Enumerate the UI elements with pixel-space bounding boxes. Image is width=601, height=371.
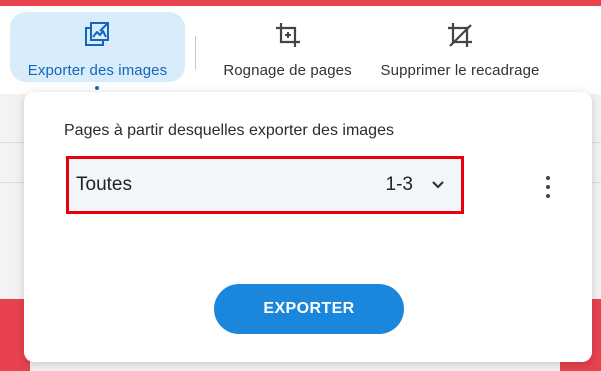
- export-images-button[interactable]: Exporter des images: [10, 12, 185, 82]
- export-images-label: Exporter des images: [27, 62, 168, 79]
- crop-off-icon: [445, 20, 475, 50]
- remove-crop-label: Supprimer le recadrage: [380, 62, 540, 79]
- export-button[interactable]: EXPORTER: [214, 284, 404, 334]
- export-images-icon: [83, 20, 113, 50]
- select-value: Toutes: [76, 174, 132, 195]
- remove-crop-button[interactable]: Supprimer le recadrage: [360, 12, 560, 82]
- crop-pages-button[interactable]: Rognage de pages: [215, 12, 360, 82]
- panel-title: Pages à partir desquelles exporter des i…: [64, 122, 394, 139]
- toolbar-divider: [195, 36, 196, 70]
- crop-icon: [273, 20, 303, 50]
- more-options-icon[interactable]: [538, 176, 558, 198]
- toolbar: Exporter des images Rognage de pages Sup…: [0, 6, 601, 94]
- chevron-down-icon: [429, 176, 447, 194]
- page-range-select[interactable]: Toutes 1-3: [66, 156, 464, 214]
- select-page-range: 1-3: [385, 174, 413, 195]
- crop-pages-label: Rognage de pages: [223, 62, 352, 79]
- export-images-panel: Pages à partir desquelles exporter des i…: [24, 92, 592, 362]
- active-indicator-dot: [95, 86, 99, 90]
